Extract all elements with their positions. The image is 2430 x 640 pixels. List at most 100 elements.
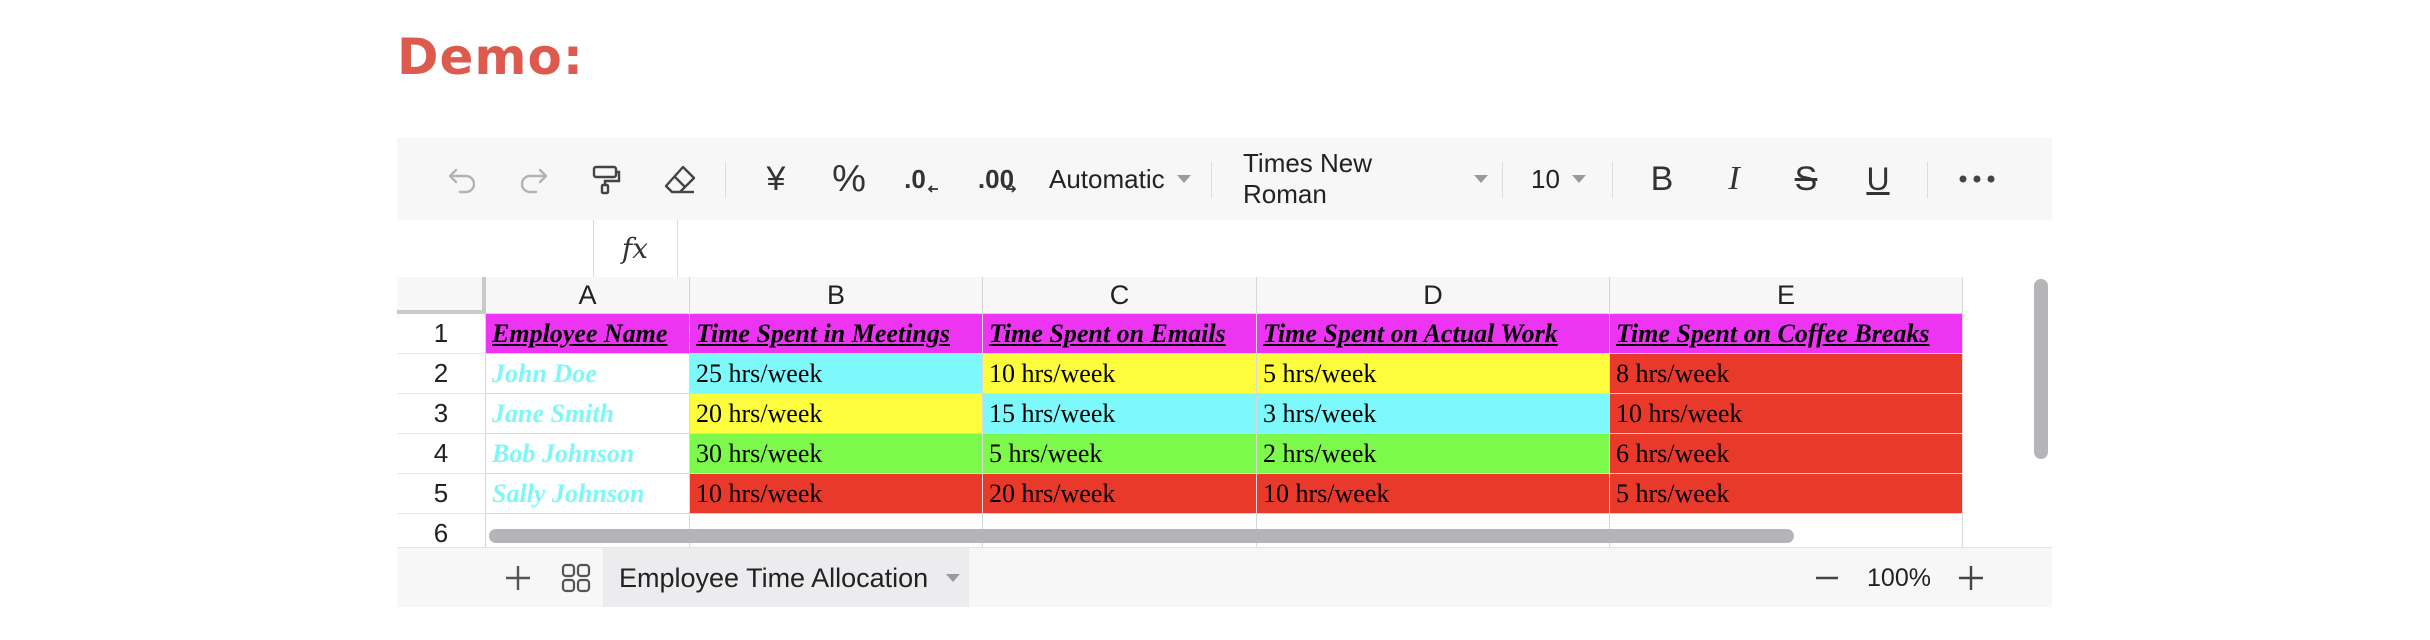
data-cell[interactable]: 5 hrs/week [1610,474,1963,514]
vertical-scrollbar[interactable] [2034,279,2048,459]
employee-name-cell[interactable]: Jane Smith [486,394,690,434]
currency-icon: ¥ [766,159,786,198]
format-painter-icon [592,165,621,195]
data-cell[interactable]: 2 hrs/week [1257,434,1610,474]
arrow-left-icon [927,185,938,193]
horizontal-scrollbar[interactable] [489,529,1794,543]
eraser-icon [664,165,696,194]
redo-icon [520,168,548,194]
fx-icon: fx [593,220,678,277]
font-size-dropdown[interactable]: 10 [1531,138,1596,220]
percent-button[interactable]: % [824,138,874,220]
header-cell[interactable]: Time Spent on Actual Work [1257,314,1610,354]
header-cell[interactable]: Time Spent in Meetings [690,314,983,354]
redo-button[interactable] [509,138,559,220]
data-cell[interactable]: 10 hrs/week [690,474,983,514]
row-header-6[interactable]: 6 [397,514,486,547]
zoom-level-value: 100% [1867,563,1931,592]
strikethrough-button[interactable]: S [1781,138,1831,220]
toolbar-divider [1211,162,1212,198]
sheet-list-button[interactable] [551,548,601,607]
plus-icon [506,566,530,590]
sheet-grid: A B C D E 1 2 3 4 5 6 Employee Name Time Spent in Me… [397,277,2052,547]
bold-button[interactable]: B [1637,138,1687,220]
column-header-c[interactable]: C [983,277,1257,314]
header-cell[interactable]: Employee Name [486,314,690,354]
chevron-down-icon[interactable] [946,574,961,582]
data-cell[interactable]: 20 hrs/week [690,394,983,434]
row-header-2[interactable]: 2 [397,354,486,394]
formula-bar: fx [397,220,2052,278]
sheet-tab-label: Employee Time Allocation [619,562,929,593]
data-cell[interactable]: 10 hrs/week [983,354,1257,394]
italic-button[interactable]: I [1709,138,1759,220]
data-cell[interactable]: 6 hrs/week [1610,434,1963,474]
toolbar: ¥ % .0 .00 Automatic Times New Roman 10 [397,138,2052,221]
arrow-right-icon [1006,185,1017,193]
more-icon [1959,175,1995,183]
row-header-3[interactable]: 3 [397,394,486,434]
add-sheet-button[interactable] [493,548,543,607]
employee-name-cell[interactable]: Sally Johnson [486,474,690,514]
header-cell[interactable]: Time Spent on Coffee Breaks [1610,314,1963,354]
data-cell[interactable]: 10 hrs/week [1610,394,1963,434]
clear-format-button[interactable] [655,138,705,220]
row-header-4[interactable]: 4 [397,434,486,474]
toolbar-divider [1612,162,1613,198]
more-button[interactable] [1952,138,2002,220]
grid-icon [561,563,591,593]
increase-decimal-button[interactable]: .00 [970,138,1026,220]
column-header-e[interactable]: E [1610,277,1963,314]
employee-name-cell[interactable]: John Doe [486,354,690,394]
toolbar-divider [1927,162,1928,198]
data-cell[interactable]: 10 hrs/week [1257,474,1610,514]
decrease-decimal-button[interactable]: .0 [897,138,947,220]
underline-button[interactable]: U [1853,138,1903,220]
zoom-level[interactable]: 100% [1859,548,1939,607]
data-cell[interactable]: 8 hrs/week [1610,354,1963,394]
currency-button[interactable]: ¥ [751,138,801,220]
zoom-in-button[interactable] [1949,548,1993,607]
minus-icon [1816,576,1838,580]
data-cell[interactable]: 3 hrs/week [1257,394,1610,434]
data-cell[interactable]: 5 hrs/week [983,434,1257,474]
zoom-out-button[interactable] [1807,548,1847,607]
sheet-tab-bar: Employee Time Allocation 100% [397,547,2052,607]
row-header-1[interactable]: 1 [397,314,486,354]
row-header-5[interactable]: 5 [397,474,486,514]
format-painter-button[interactable] [581,138,631,220]
data-cell[interactable]: 30 hrs/week [690,434,983,474]
select-all-corner[interactable] [397,277,486,314]
spreadsheet-app: ¥ % .0 .00 Automatic Times New Roman 10 [397,138,2052,607]
undo-button[interactable] [437,138,487,220]
column-header-b[interactable]: B [690,277,983,314]
percent-icon: % [832,157,866,200]
chevron-down-icon [1474,175,1488,183]
decrease-decimal-icon: .0 [904,163,926,194]
chevron-down-icon [1176,175,1191,183]
data-cell[interactable]: 15 hrs/week [983,394,1257,434]
column-header-a[interactable]: A [486,277,690,314]
formula-input[interactable] [679,220,2049,277]
toolbar-divider [1502,162,1503,198]
strikethrough-icon: S [1794,159,1818,198]
toolbar-divider [725,162,726,198]
employee-name-cell[interactable]: Bob Johnson [486,434,690,474]
column-header-d[interactable]: D [1257,277,1610,314]
font-family-dropdown[interactable]: Times New Roman [1243,138,1488,220]
italic-icon: I [1728,160,1740,197]
number-format-dropdown[interactable]: Automatic [1049,138,1199,220]
data-cell[interactable]: 5 hrs/week [1257,354,1610,394]
data-cell[interactable]: 25 hrs/week [690,354,983,394]
font-family-value: Times New Roman [1243,148,1373,209]
underline-icon: U [1866,160,1890,197]
number-format-value: Automatic [1049,163,1165,194]
header-cell[interactable]: Time Spent on Emails [983,314,1257,354]
sheet-tab-active[interactable]: Employee Time Allocation [603,548,969,607]
bold-icon: B [1650,159,1674,198]
undo-icon [448,168,476,194]
cell-reference-box[interactable] [397,220,594,277]
page-title: Demo: [397,28,584,86]
data-cell[interactable]: 20 hrs/week [983,474,1257,514]
plus-icon [1959,566,1983,590]
